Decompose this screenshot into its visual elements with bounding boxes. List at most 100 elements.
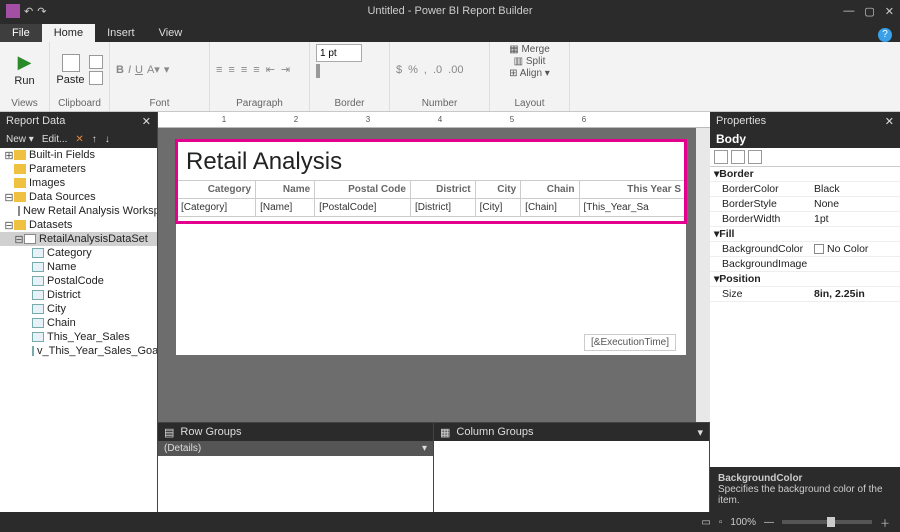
execution-time-textbox[interactable]: [&ExecutionTime] — [584, 334, 676, 351]
grouping-menu-button[interactable]: ▾ — [697, 426, 703, 439]
group-label-clipboard: Clipboard — [50, 97, 109, 111]
datasource-icon — [18, 206, 20, 216]
run-button[interactable]: ▶Run — [6, 52, 43, 87]
field-icon — [32, 304, 44, 314]
increase-decimal-button[interactable]: .00 — [448, 64, 463, 76]
categorized-button[interactable] — [714, 150, 728, 164]
split-button[interactable]: ▥ Split — [514, 56, 546, 67]
view-mode-icon-2[interactable]: ▫ — [719, 517, 723, 528]
close-button[interactable]: ✕ — [885, 5, 894, 18]
delete-icon[interactable]: ✕ — [75, 134, 83, 145]
zoom-level[interactable]: 100% — [730, 517, 756, 528]
properties-panel: Properties✕ Body ▾ Border BorderColorBla… — [710, 112, 900, 512]
border-color-button[interactable] — [318, 64, 320, 78]
cut-button[interactable] — [89, 55, 103, 69]
field-icon — [32, 290, 44, 300]
title-bar: ↶ ↷ Untitled - Power BI Report Builder —… — [0, 0, 900, 22]
design-surface-container: 123456 Retail Analysis CategoryNamePosta… — [158, 112, 710, 512]
design-surface[interactable]: Retail Analysis CategoryNamePostal CodeD… — [158, 128, 710, 422]
currency-button[interactable]: $ — [396, 64, 402, 76]
redo-button[interactable]: ↷ — [37, 5, 46, 18]
report-title[interactable]: Retail Analysis — [176, 140, 686, 180]
zoom-in-button[interactable]: ＋ — [880, 515, 890, 530]
view-mode-icon[interactable]: ▭ — [701, 517, 710, 528]
tablix[interactable]: CategoryNamePostal CodeDistrictCityChain… — [176, 180, 686, 217]
maximize-button[interactable]: ▢ — [864, 5, 874, 18]
ribbon-tabs: File Home Insert View ? — [0, 22, 900, 42]
report-data-panel: Report Data ✕ New ▾ Edit... ✕ ↑ ↓ ⊞Built-… — [0, 112, 158, 512]
table-header-row[interactable]: CategoryNamePostal CodeDistrictCityChain… — [177, 181, 686, 199]
report-data-title: Report Data — [6, 115, 65, 127]
minimize-button[interactable]: — — [843, 5, 854, 18]
font-color-button[interactable]: A▾ — [147, 63, 160, 76]
zoom-slider[interactable] — [782, 520, 872, 524]
tab-file[interactable]: File — [0, 24, 42, 42]
color-swatch[interactable] — [814, 244, 824, 254]
group-label-border: Border — [310, 97, 389, 111]
group-number: $%,.0.00 Number — [390, 42, 490, 111]
field-icon — [32, 318, 44, 328]
properties-close-button[interactable]: ✕ — [885, 115, 894, 128]
indent-dec-button[interactable]: ⇤ — [266, 63, 275, 76]
copy-button[interactable] — [89, 71, 103, 85]
group-layout: ▦ Merge ▥ Split ⊞ Align ▾ Layout — [490, 42, 570, 111]
align-right-button[interactable]: ≡ — [241, 64, 247, 76]
field-icon — [32, 346, 34, 356]
table-detail-row[interactable]: [Category][Name][PostalCode][District][C… — [177, 199, 686, 217]
details-group[interactable]: (Details)▾ — [158, 441, 433, 456]
group-label-paragraph: Paragraph — [210, 97, 309, 111]
folder-icon — [14, 164, 26, 174]
grouping-pane: ▤Row Groups (Details)▾ ▦Column Groups▾ — [158, 422, 710, 512]
decrease-decimal-button[interactable]: .0 — [433, 64, 442, 76]
report-body[interactable]: Retail Analysis CategoryNamePostal CodeD… — [176, 140, 686, 355]
tab-home[interactable]: Home — [42, 24, 95, 42]
window-title: Untitled - Power BI Report Builder — [367, 5, 532, 17]
group-label-font: Font — [110, 97, 209, 111]
new-button[interactable]: New ▾ — [6, 134, 34, 145]
move-down-button[interactable]: ↓ — [105, 134, 110, 145]
indent-inc-button[interactable]: ⇥ — [281, 63, 290, 76]
alphabetical-button[interactable] — [731, 150, 745, 164]
align-center-button[interactable]: ≡ — [228, 64, 234, 76]
dataset-icon — [24, 234, 36, 244]
properties-title: Properties — [716, 115, 766, 127]
tab-view[interactable]: View — [147, 24, 195, 42]
ribbon: ▶Run Views Paste Clipboard B I U A▾ ▾ Fo… — [0, 42, 900, 112]
comma-button[interactable]: , — [424, 64, 427, 76]
percent-button[interactable]: % — [408, 64, 418, 76]
highlight-button[interactable]: ▾ — [164, 63, 170, 76]
align-left-button[interactable]: ≡ — [216, 64, 222, 76]
quick-access-toolbar: ↶ ↷ — [6, 4, 46, 18]
cols-icon: ▦ — [440, 426, 450, 439]
edit-button[interactable]: Edit... — [42, 134, 68, 145]
paste-button[interactable]: Paste — [56, 54, 85, 86]
property-pages-button[interactable] — [748, 150, 762, 164]
help-button[interactable]: ? — [878, 28, 892, 42]
bullets-button[interactable]: ≡ — [253, 64, 259, 76]
merge-button[interactable]: ▦ Merge — [509, 44, 550, 55]
underline-button[interactable]: U — [135, 64, 143, 76]
report-data-close-button[interactable]: ✕ — [142, 115, 151, 128]
zoom-out-button[interactable]: — — [764, 517, 774, 528]
field-icon — [32, 276, 44, 286]
group-font: B I U A▾ ▾ Font — [110, 42, 210, 111]
field-icon — [32, 262, 44, 272]
move-up-button[interactable]: ↑ — [92, 134, 97, 145]
bold-button[interactable]: B — [116, 64, 124, 76]
app-icon — [6, 4, 20, 18]
property-description: BackgroundColor Specifies the background… — [710, 467, 900, 512]
dataset-node[interactable]: ⊟RetailAnalysisDataSet — [0, 232, 157, 246]
tab-insert[interactable]: Insert — [95, 24, 147, 42]
border-weight-input[interactable] — [316, 44, 362, 62]
align-button[interactable]: ⊞ Align ▾ — [509, 68, 550, 79]
italic-button[interactable]: I — [128, 64, 131, 76]
undo-button[interactable]: ↶ — [24, 5, 33, 18]
field-icon — [32, 248, 44, 258]
field-icon — [32, 332, 44, 342]
group-clipboard: Paste Clipboard — [50, 42, 110, 111]
group-label-views: Views — [0, 97, 49, 111]
vertical-scrollbar[interactable] — [696, 128, 710, 422]
window-controls: — ▢ ✕ — [843, 5, 894, 18]
group-paragraph: ≡ ≡ ≡ ≡ ⇤ ⇥ Paragraph — [210, 42, 310, 111]
report-data-tree[interactable]: ⊞Built-in Fields Parameters Images ⊟Data… — [0, 148, 157, 512]
